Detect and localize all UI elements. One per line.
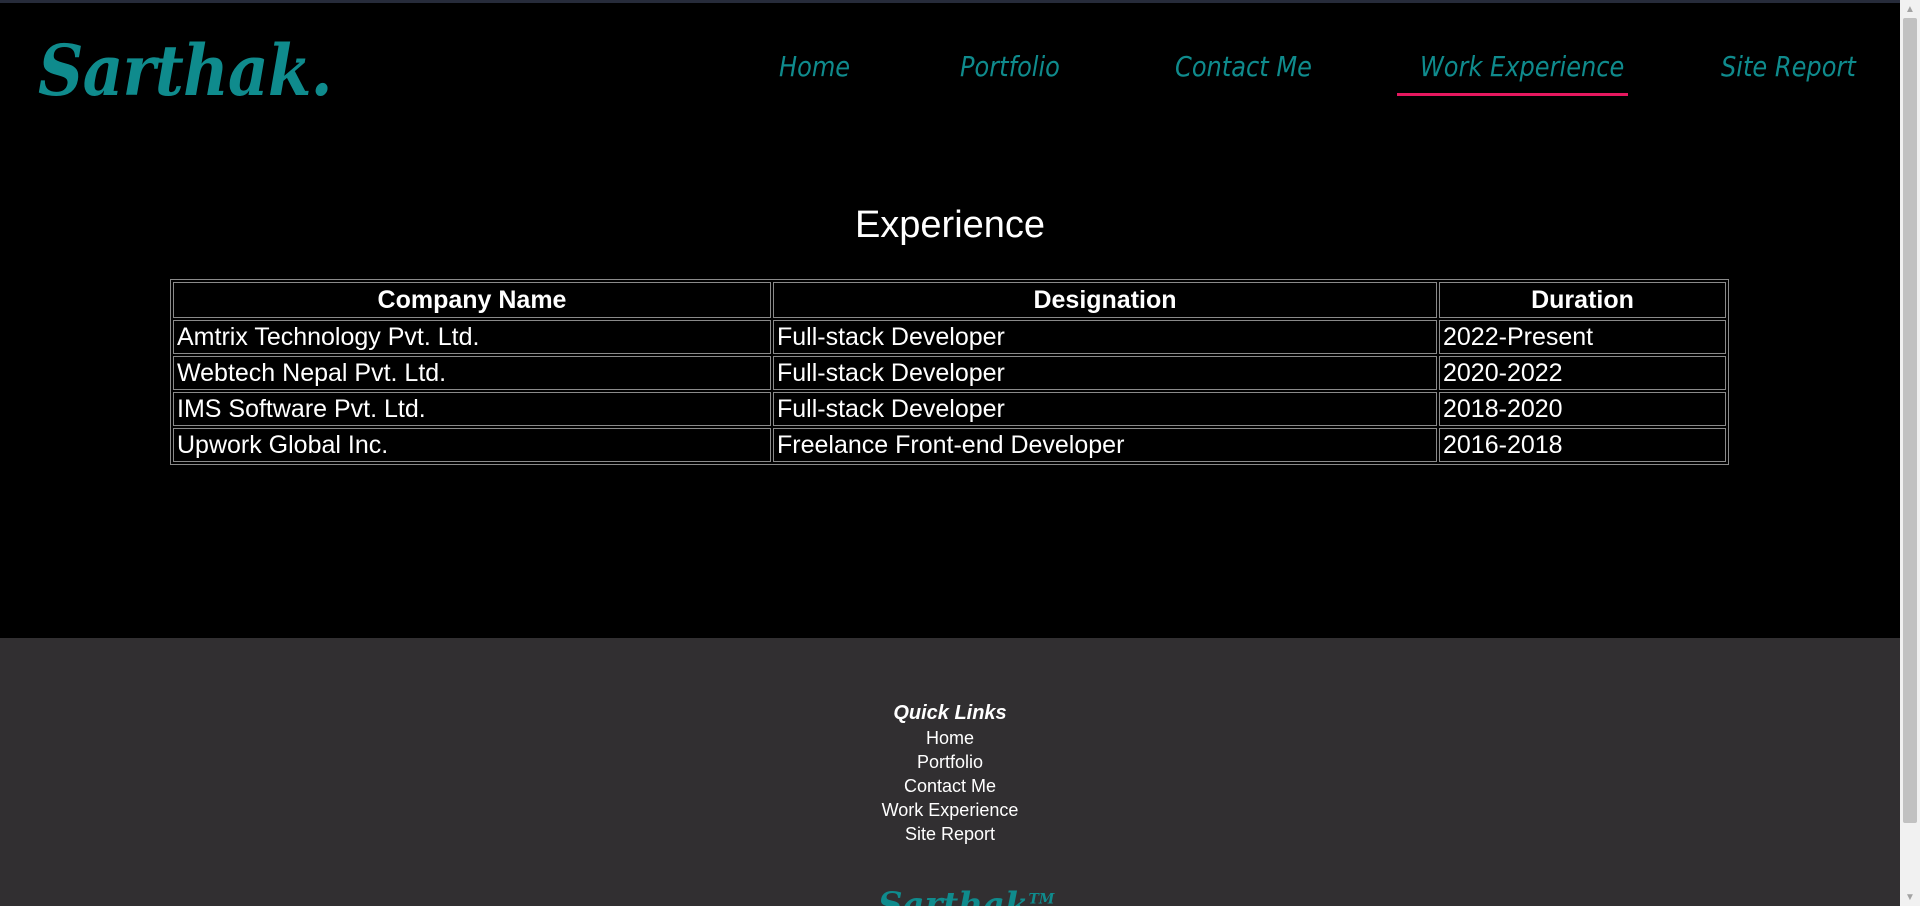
duration-cell: 2022-Present — [1439, 320, 1726, 354]
footer-logo: SarthakTM — [878, 888, 1054, 906]
designation-cell: Freelance Front-end Developer — [773, 428, 1437, 462]
column-header-duration: Duration — [1439, 282, 1726, 318]
table-row: Upwork Global Inc. Freelance Front-end D… — [173, 428, 1726, 462]
table-row: IMS Software Pvt. Ltd. Full-stack Develo… — [173, 392, 1726, 426]
footer-contact-link[interactable]: Contact Me — [0, 774, 1900, 798]
table-header-row: Company Name Designation Duration — [173, 282, 1726, 318]
duration-cell: 2016-2018 — [1439, 428, 1726, 462]
nav-site-report-link[interactable]: Site Report — [1721, 50, 1856, 83]
quick-links: Quick Links Home Portfolio Contact Me Wo… — [0, 700, 1900, 846]
footer-work-experience-link[interactable]: Work Experience — [0, 798, 1900, 822]
site-logo[interactable]: Sarthak. — [38, 36, 333, 106]
active-nav-underline — [1397, 93, 1628, 96]
column-header-company: Company Name — [173, 282, 771, 318]
table-row: Amtrix Technology Pvt. Ltd. Full-stack D… — [173, 320, 1726, 354]
designation-cell: Full-stack Developer — [773, 356, 1437, 390]
site-header: Sarthak. Home Portfolio Contact Me Work … — [0, 0, 1900, 140]
company-cell: Amtrix Technology Pvt. Ltd. — [173, 320, 771, 354]
main-nav: Home Portfolio Contact Me Work Experienc… — [755, 50, 1895, 100]
triangle-down-icon[interactable]: ▼ — [1900, 890, 1920, 906]
company-cell: Upwork Global Inc. — [173, 428, 771, 462]
designation-cell: Full-stack Developer — [773, 392, 1437, 426]
duration-cell: 2018-2020 — [1439, 392, 1726, 426]
vertical-scrollbar[interactable]: ▲ ▼ — [1900, 0, 1920, 906]
footer-portfolio-link[interactable]: Portfolio — [0, 750, 1900, 774]
experience-table: Company Name Designation Duration Amtrix… — [170, 279, 1729, 465]
footer-home-link[interactable]: Home — [0, 726, 1900, 750]
nav-home-link[interactable]: Home — [779, 50, 850, 83]
trademark-mark: TM — [1028, 891, 1055, 906]
footer-logo-text: Sarthak — [878, 885, 1029, 906]
company-cell: Webtech Nepal Pvt. Ltd. — [173, 356, 771, 390]
column-header-designation: Designation — [773, 282, 1437, 318]
page-title: Experience — [854, 204, 1046, 246]
nav-portfolio-link[interactable]: Portfolio — [960, 50, 1060, 83]
site-footer: Quick Links Home Portfolio Contact Me Wo… — [0, 638, 1900, 906]
main-content: Experience Company Name Designation Dura… — [0, 140, 1900, 638]
triangle-up-icon[interactable]: ▲ — [1900, 2, 1920, 18]
scrollbar-thumb[interactable] — [1903, 18, 1917, 823]
page-viewport: Sarthak. Home Portfolio Contact Me Work … — [0, 0, 1900, 906]
nav-contact-link[interactable]: Contact Me — [1175, 50, 1312, 83]
duration-cell: 2020-2022 — [1439, 356, 1726, 390]
designation-cell: Full-stack Developer — [773, 320, 1437, 354]
quick-links-heading: Quick Links — [893, 702, 1007, 724]
company-cell: IMS Software Pvt. Ltd. — [173, 392, 771, 426]
nav-work-experience-link[interactable]: Work Experience — [1420, 50, 1624, 83]
table-row: Webtech Nepal Pvt. Ltd. Full-stack Devel… — [173, 356, 1726, 390]
footer-site-report-link[interactable]: Site Report — [0, 822, 1900, 846]
